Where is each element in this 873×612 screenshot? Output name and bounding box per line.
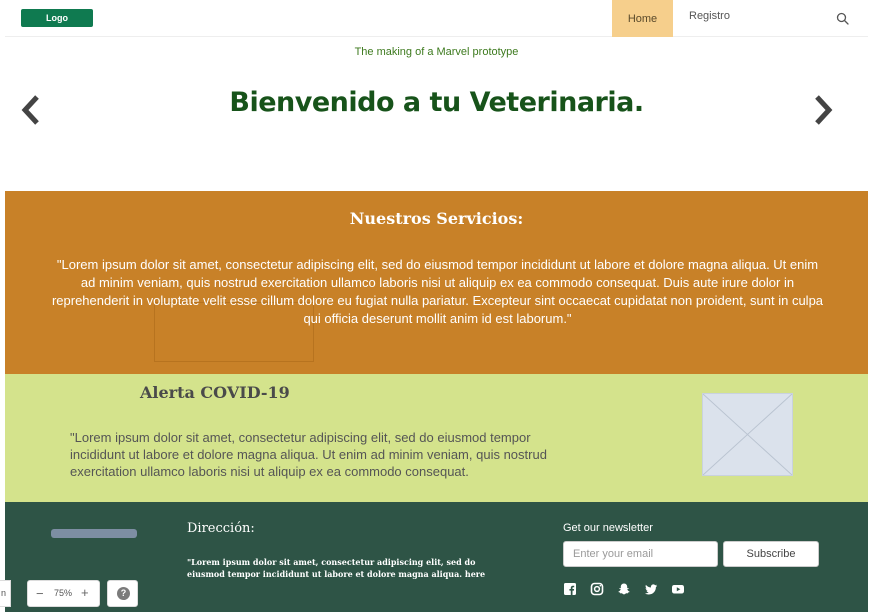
top-navbar: Logo Home Registro <box>5 0 868 37</box>
nav-home[interactable]: Home <box>612 0 673 37</box>
zoom-in-button[interactable]: + <box>81 585 89 600</box>
help-icon: ? <box>117 587 130 600</box>
chevron-left-icon[interactable] <box>19 93 43 127</box>
footer-placeholder-bar <box>51 529 137 538</box>
services-section: Nuestros Servicios: "Lorem ipsum dolor s… <box>5 191 868 374</box>
twitter-icon[interactable] <box>644 582 658 596</box>
services-text: "Lorem ipsum dolor sit amet, consectetur… <box>51 257 824 326</box>
prototype-page: Logo Home Registro The making of a Marve… <box>5 0 868 612</box>
chevron-right-icon[interactable] <box>811 93 835 127</box>
email-field[interactable] <box>563 541 718 567</box>
footer-direccion-title: Dirección: <box>187 521 255 536</box>
hero-title: Bienvenido a tu Veterinaria. <box>229 87 644 118</box>
logo[interactable]: Logo <box>21 9 93 27</box>
hero-carousel: The making of a Marvel prototype Bienven… <box>5 37 868 191</box>
covid-text: "Lorem ipsum dolor sit amet, consectetur… <box>70 430 547 479</box>
help-button[interactable]: ? <box>107 580 138 607</box>
zoom-control: − 75% + <box>27 580 100 607</box>
facebook-icon[interactable] <box>563 582 577 596</box>
covid-section: Alerta COVID-19 "Lorem ipsum dolor sit a… <box>5 374 868 502</box>
hero-subtitle: The making of a Marvel prototype <box>354 46 519 58</box>
search-icon[interactable] <box>836 12 849 25</box>
subscribe-button[interactable]: Subscribe <box>723 541 819 567</box>
zoom-out-button[interactable]: − <box>36 586 44 601</box>
nav-registro[interactable]: Registro <box>689 0 730 37</box>
zoom-level: 75% <box>54 588 73 598</box>
sidebar-toggle-tab[interactable]: n <box>0 580 11 607</box>
image-placeholder-icon <box>702 393 793 476</box>
snapchat-icon[interactable] <box>617 582 631 596</box>
newsletter-title: Get our newsletter <box>563 522 653 534</box>
instagram-icon[interactable] <box>590 582 604 596</box>
services-title: Nuestros Servicios: <box>349 209 524 228</box>
footer-direccion-text: "Lorem ipsum dolor sit amet, consectetur… <box>187 557 486 579</box>
youtube-icon[interactable] <box>671 582 685 596</box>
covid-title: Alerta COVID-19 <box>140 383 290 402</box>
